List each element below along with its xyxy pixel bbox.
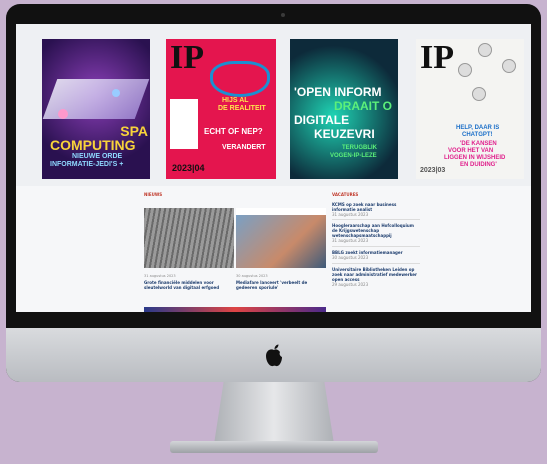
robot-icon — [502, 59, 516, 73]
news-title-link[interactable]: Grote financiële middelen voor sleutelwo… — [144, 280, 234, 290]
cover-spatial-computing[interactable]: SPA COMPUTING NIEUWE ORDE INFORMATIE-JED… — [42, 39, 150, 179]
cover-teaser-3: LIGGEN IN WIJSHEID — [444, 155, 506, 161]
news-image-strip[interactable] — [144, 307, 326, 312]
news-section-title: NIEUWS — [144, 192, 163, 197]
divider — [332, 263, 420, 264]
cover-headline-1: ECHT OF NEP? — [204, 127, 263, 136]
cover-open-informatie[interactable]: 'OPEN INFORM DRAAIT O DIGITALE KEUZEVRI … — [290, 39, 398, 179]
cover-subtitle-line2: INFORMATIE-JEDI'S + — [50, 161, 124, 168]
cover-teaser-1: 'DE KANSEN — [460, 141, 497, 147]
cover-title-line2: DRAAIT O — [334, 99, 392, 113]
news-date: 31 augustus 2023 — [144, 274, 176, 278]
ip-masthead: IP — [420, 39, 454, 76]
cover-sidebar-box — [170, 99, 198, 149]
cover-title-line4: KEUZEVRI — [314, 127, 375, 141]
cover-teaser-1: HIJS AL — [222, 97, 249, 104]
cover-teaser-2: DE REALITEIT — [218, 105, 266, 112]
news-image-construction[interactable] — [144, 208, 234, 268]
camera-icon — [281, 13, 285, 17]
mask-graphic — [210, 61, 270, 97]
vacancies-section-title: VACATURES — [332, 192, 359, 197]
sphere-graphic — [112, 89, 120, 97]
cover-issue: 2023|03 — [420, 167, 446, 174]
cover-title-line3: DIGITALE — [294, 113, 350, 127]
cover-subtitle-line2: VOGEN-IP-LEZE — [330, 153, 377, 159]
website-screen: SPA COMPUTING NIEUWE ORDE INFORMATIE-JED… — [16, 24, 531, 312]
vacancy-item[interactable]: Hoogleraarschap aan Hofcolloquium de Kri… — [332, 223, 420, 243]
news-nav-bar — [236, 208, 326, 215]
cover-ip-chatgpt[interactable]: IP HELP, DAAR IS CHATGPT! 'DE KANSEN VOO… — [416, 39, 524, 179]
vacancy-item[interactable]: Universitaire Bibliotheken Leiden op zoe… — [332, 267, 420, 287]
imac-foot — [170, 441, 378, 453]
cover-headline-2: CHATGPT! — [462, 132, 493, 138]
cover-ip-2023-04[interactable]: IP HIJS AL DE REALITEIT ECHT OF NEP? VER… — [166, 39, 276, 179]
robot-icon — [478, 43, 492, 57]
cover-subtitle-line1: NIEUWE ORDE — [72, 153, 123, 160]
news-date: 30 augustus 2023 — [236, 274, 268, 278]
imac-stand — [214, 382, 334, 444]
ip-masthead: IP — [170, 39, 204, 76]
robot-icon — [458, 63, 472, 77]
vacancy-item[interactable]: BBLG zoekt informatiemanager 30 augustus … — [332, 250, 420, 260]
cover-subtitle-line1: TERUGBLIK — [342, 145, 377, 151]
apple-logo-icon — [264, 344, 284, 372]
robot-icon — [472, 87, 486, 101]
news-image-people[interactable] — [236, 215, 326, 268]
sphere-graphic — [58, 109, 68, 119]
cover-headline-2: VERANDERT — [222, 144, 266, 151]
cover-issue: 2023|04 — [172, 163, 205, 173]
cover-title-line1: 'OPEN INFORM — [294, 85, 382, 99]
cover-headline-1: HELP, DAAR IS — [456, 125, 500, 131]
news-title-link[interactable]: Mediafare lanceert 'verbeelt de gedeeren… — [236, 280, 326, 290]
divider — [332, 219, 420, 220]
divider — [332, 246, 420, 247]
vacancy-item[interactable]: KCMS op zoek naar business informatie an… — [332, 202, 420, 217]
cover-teaser-2: VOOR HET VAN — [448, 148, 494, 154]
cover-title-line2: COMPUTING — [50, 137, 136, 153]
cover-teaser-4: EN DUIDING' — [460, 162, 497, 168]
